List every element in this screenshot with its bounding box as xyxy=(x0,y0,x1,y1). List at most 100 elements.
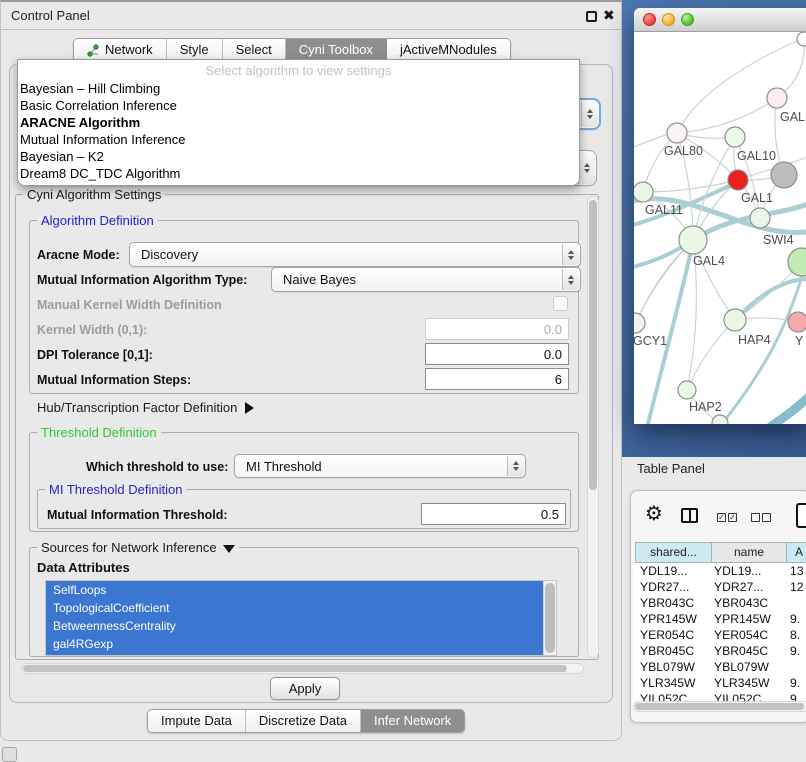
popup-item-basic-correlation[interactable]: Basic Correlation Inference xyxy=(18,97,579,114)
close-traffic-light[interactable] xyxy=(643,13,656,26)
list-item[interactable]: BetweennessCentrality xyxy=(46,617,543,635)
table-row[interactable]: YDL19...YDL19...13 xyxy=(633,563,806,579)
network-node-GAL4[interactable] xyxy=(679,226,707,254)
node-label: GAL1 xyxy=(741,191,773,205)
column-header-shared-name[interactable]: shared... xyxy=(635,542,712,563)
table-row[interactable]: YPR145WYPR145W9. xyxy=(633,611,806,627)
tab-discretize-data[interactable]: Discretize Data xyxy=(246,710,361,732)
tab-impute-data[interactable]: Impute Data xyxy=(148,710,246,732)
list-scrollbar[interactable] xyxy=(543,581,556,655)
mi-algorithm-type-combo[interactable]: Naive Bayes xyxy=(271,267,581,292)
table-cell: YPR145W xyxy=(710,611,786,627)
network-node-tiny[interactable] xyxy=(797,32,806,46)
collapsed-arrow-icon xyxy=(245,402,254,414)
tab-network[interactable]: Network xyxy=(74,39,167,61)
close-icon[interactable]: ✖ xyxy=(603,7,615,24)
popup-item-aracne[interactable]: ARACNE Algorithm xyxy=(18,114,579,131)
checked-checkbox-icon[interactable]: ✓ xyxy=(728,513,737,522)
tab-jactivemnodules[interactable]: jActiveMNodules xyxy=(387,39,510,61)
stepper-icon xyxy=(578,152,595,184)
kernel-width-value: 0.0 xyxy=(544,322,562,337)
tab-infer-network[interactable]: Infer Network xyxy=(361,710,464,732)
table-cell: 8. xyxy=(786,627,806,643)
network-node-GAL[interactable] xyxy=(767,88,787,108)
float-window-icon[interactable] xyxy=(586,11,597,22)
data-attributes-list[interactable]: SelfLoops TopologicalCoefficient Between… xyxy=(45,580,557,656)
table-cell xyxy=(786,659,806,675)
network-node-red[interactable] xyxy=(728,170,748,190)
table-cell: YBL079W xyxy=(710,659,786,675)
table-row[interactable]: YBL079WYBL079W xyxy=(633,659,806,675)
popup-item-dream8[interactable]: Dream8 DC_TDC Algorithm xyxy=(18,165,579,182)
scrollbar-thumb[interactable] xyxy=(545,583,555,653)
dpi-tolerance-input[interactable]: 0.0 xyxy=(425,343,569,365)
which-threshold-label: Which threshold to use: xyxy=(86,460,228,474)
network-node-GAL80[interactable] xyxy=(667,123,687,143)
zoom-traffic-light[interactable] xyxy=(681,13,694,26)
network-node-HAP4[interactable] xyxy=(724,309,746,331)
scrollbar-thumb[interactable] xyxy=(589,200,597,490)
aracne-mode-combo[interactable]: Discovery xyxy=(129,242,581,267)
panel-corner-button[interactable] xyxy=(2,747,17,762)
unchecked-checkbox-icon[interactable] xyxy=(751,513,760,522)
list-item-partial[interactable] xyxy=(46,653,543,655)
list-item[interactable]: gal4RGexp xyxy=(46,635,543,653)
scrollbar-thumb[interactable] xyxy=(635,703,804,710)
hub-definition-toggle[interactable]: Hub/Transcription Factor Definition xyxy=(37,400,254,415)
node-label: GCY1 xyxy=(634,334,667,348)
mi-threshold-value: 0.5 xyxy=(541,507,559,522)
table-row[interactable]: YLR345WYLR345W9. xyxy=(633,675,806,691)
stepper-icon xyxy=(562,244,579,265)
network-node-GCY1[interactable] xyxy=(634,313,645,333)
kernel-width-input[interactable]: 0.0 xyxy=(425,318,569,340)
manual-kernel-label: Manual Kernel Width Definition xyxy=(37,298,222,312)
network-node-GAL1[interactable] xyxy=(750,208,770,228)
column-header-name[interactable]: name xyxy=(711,542,787,563)
panel-icon[interactable] xyxy=(796,503,806,528)
network-node-SWI4[interactable] xyxy=(788,248,806,276)
popup-item-bayesian-k2[interactable]: Bayesian – K2 xyxy=(18,148,579,165)
table-cell: YBR045C xyxy=(633,643,710,659)
tab-select[interactable]: Select xyxy=(223,39,286,61)
column-header-clipped[interactable]: A xyxy=(786,542,806,563)
table-cell: YBL079W xyxy=(633,659,710,675)
dpi-tolerance-label: DPI Tolerance [0,1]: xyxy=(37,348,153,362)
network-node-bottom[interactable] xyxy=(712,415,728,424)
gear-icon[interactable]: ⚙ xyxy=(645,504,663,524)
network-node-GAL10[interactable] xyxy=(725,127,745,147)
table-cell: YDL19... xyxy=(633,563,710,579)
table-row[interactable]: YDR27...YDR27...12 xyxy=(633,579,806,595)
node-label: HAP4 xyxy=(738,333,771,347)
checked-checkbox-icon[interactable]: ✓ xyxy=(717,513,726,522)
network-node-gray[interactable] xyxy=(771,162,797,188)
popup-item-mutual-information[interactable]: Mutual Information Inference xyxy=(18,131,579,148)
table-cell: 12 xyxy=(786,579,806,595)
network-window-titlebar xyxy=(634,8,806,32)
manual-kernel-checkbox[interactable] xyxy=(553,296,568,311)
network-node-HAP2[interactable] xyxy=(678,381,696,399)
popup-item-bayesian-hill-climbing[interactable]: Bayesian – Hill Climbing xyxy=(18,80,579,97)
minimize-traffic-light[interactable] xyxy=(662,13,675,26)
tab-cyni-toolbox[interactable]: Cyni Toolbox xyxy=(286,39,387,61)
which-threshold-combo[interactable]: MI Threshold xyxy=(234,454,526,478)
table-row[interactable]: YBR045CYBR045C9. xyxy=(633,643,806,659)
settings-horizontal-scrollbar[interactable] xyxy=(21,663,584,674)
settings-vertical-scrollbar[interactable] xyxy=(587,196,599,658)
network-node-GAL11[interactable] xyxy=(634,182,653,202)
scrollbar-thumb[interactable] xyxy=(23,665,567,672)
mi-steps-input[interactable]: 6 xyxy=(425,368,569,390)
network-canvas[interactable]: GALGAL80GAL10GAL1GAL11GAL4SWI4GCY1HAP4YH… xyxy=(634,32,806,424)
sources-group-title[interactable]: Sources for Network Inference xyxy=(37,540,239,555)
list-item[interactable]: SelfLoops xyxy=(46,581,543,599)
list-item[interactable]: TopologicalCoefficient xyxy=(46,599,543,617)
table-horizontal-scrollbar[interactable] xyxy=(633,701,806,712)
table-row[interactable]: YER054CYER054C8. xyxy=(633,627,806,643)
apply-button[interactable]: Apply xyxy=(270,677,340,700)
table-row[interactable]: YBR043CYBR043C xyxy=(633,595,806,611)
network-node-Y[interactable] xyxy=(788,312,806,332)
columns-icon[interactable] xyxy=(681,508,698,523)
unchecked-checkbox-icon[interactable] xyxy=(762,513,771,522)
mi-threshold-input[interactable]: 0.5 xyxy=(421,503,566,525)
tab-style[interactable]: Style xyxy=(167,39,223,61)
mi-threshold-label: Mutual Information Threshold: xyxy=(47,508,228,522)
